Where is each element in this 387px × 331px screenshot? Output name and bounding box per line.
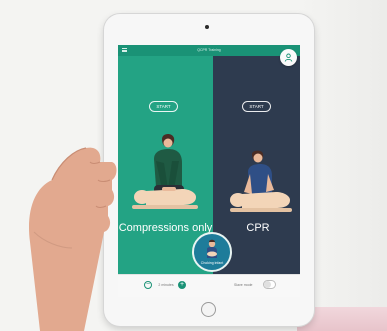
holding-hand: [28, 147, 117, 331]
person-icon: [284, 53, 293, 62]
choking-infant-label: Choking infant: [200, 261, 224, 265]
compressions-illustration: [132, 133, 198, 209]
decrease-duration-button[interactable]: −: [144, 281, 152, 289]
slave-mode-label: Slave mode: [234, 283, 253, 287]
top-bar: QCPR Training: [118, 45, 300, 56]
bottom-bar: − 2 minutes + Slave mode: [118, 274, 300, 297]
duration-value: 2 minutes: [158, 283, 174, 287]
increase-duration-button[interactable]: +: [178, 281, 186, 289]
home-button[interactable]: [201, 302, 216, 317]
app-screen: QCPR Training START START Compressions o…: [118, 45, 300, 297]
start-compressions-button[interactable]: START: [149, 101, 178, 112]
hamburger-menu-icon[interactable]: [122, 48, 127, 52]
camera: [205, 25, 209, 29]
toggle-knob: [264, 281, 271, 288]
cpr-illustration: [230, 150, 292, 212]
profile-button[interactable]: [280, 49, 297, 66]
cpr-label: CPR: [246, 222, 270, 234]
choking-infant-illustration: [207, 239, 217, 258]
app-title: QCPR Training: [197, 48, 221, 52]
tablet-device: QCPR Training START START Compressions o…: [104, 14, 314, 326]
slave-mode-toggle[interactable]: [263, 280, 276, 289]
choking-infant-button[interactable]: Choking infant: [192, 232, 232, 272]
start-cpr-button[interactable]: START: [242, 101, 271, 112]
compressions-only-label: Compressions only: [118, 222, 213, 234]
